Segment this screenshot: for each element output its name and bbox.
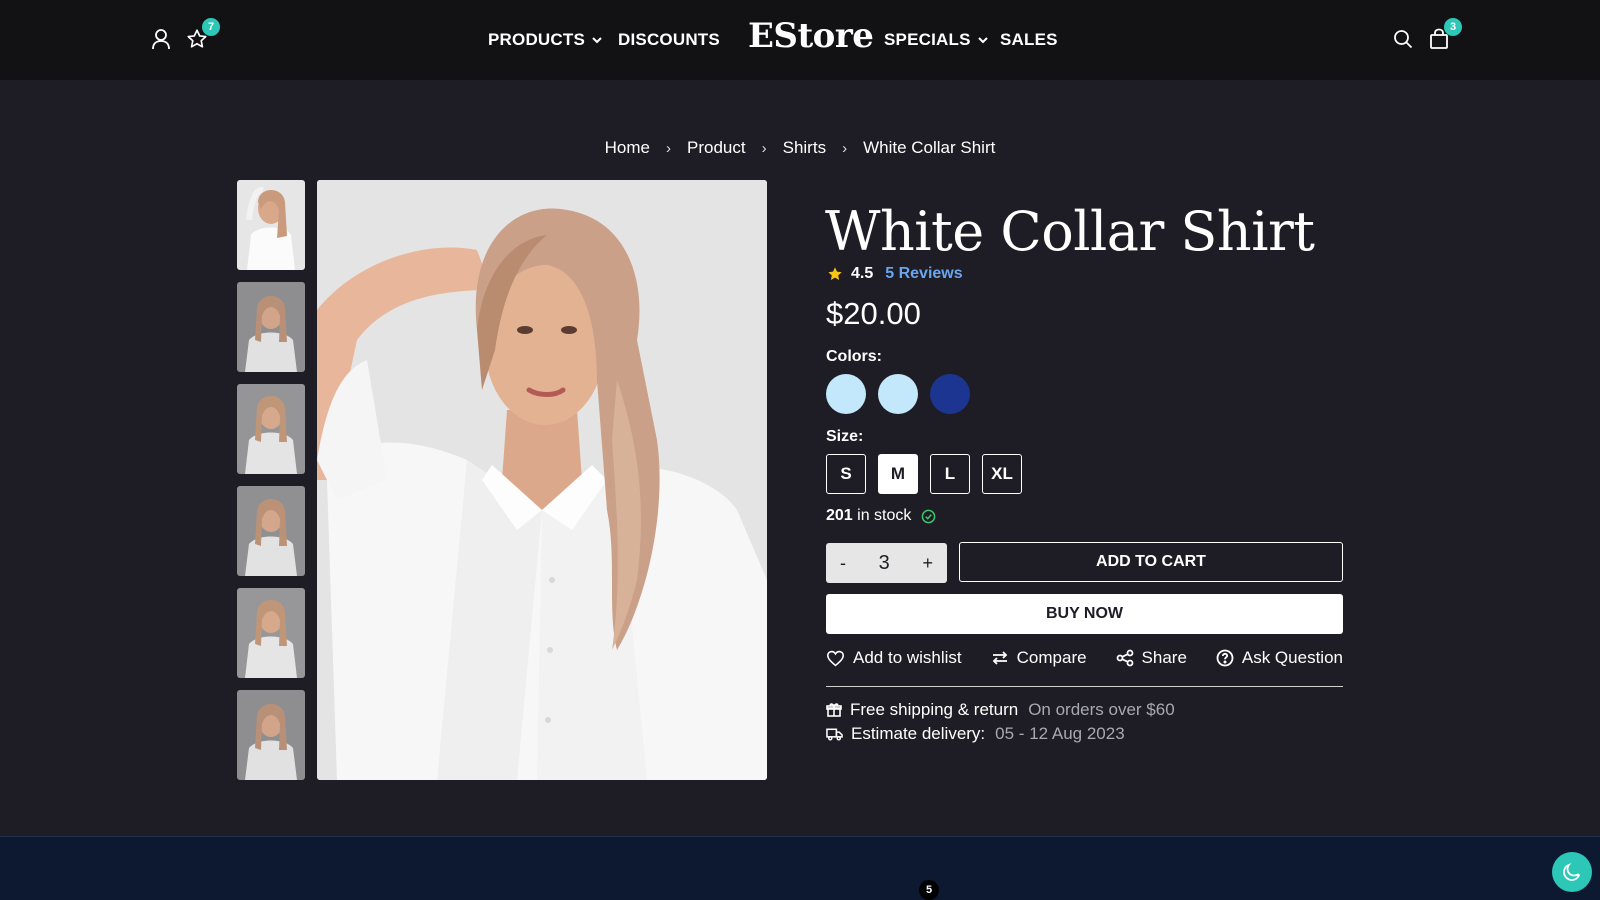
- nav-sales[interactable]: SALES: [1000, 30, 1058, 50]
- rating-value: 4.5: [851, 265, 874, 282]
- quantity-stepper: - 3 +: [826, 543, 947, 583]
- wishlist-count-badge: 7: [202, 18, 220, 36]
- breadcrumb: Home › Product › Shirts › White Collar S…: [0, 138, 1600, 158]
- chevron-right-icon: ›: [761, 139, 767, 157]
- stock-text: in stock: [857, 507, 912, 524]
- nav-sales-label: SALES: [1000, 30, 1058, 49]
- ask-question-button[interactable]: Ask Question: [1216, 648, 1343, 668]
- search-icon: [1394, 30, 1413, 49]
- thumbnail-2[interactable]: [237, 282, 305, 372]
- cart-count-badge: 3: [1444, 18, 1462, 36]
- ask-question-label: Ask Question: [1241, 648, 1343, 667]
- color-swatch-navy[interactable]: [930, 374, 970, 414]
- quantity-increment-button[interactable]: +: [922, 553, 933, 574]
- search-button[interactable]: [1390, 26, 1416, 52]
- thumbnail-3[interactable]: [237, 384, 305, 474]
- site-logo[interactable]: EStore: [748, 16, 874, 56]
- add-to-cart-button[interactable]: ADD TO CART: [959, 542, 1343, 582]
- nav-discounts-label: DISCOUNTS: [618, 30, 720, 49]
- account-button[interactable]: [148, 26, 174, 52]
- size-option-l[interactable]: L: [930, 454, 970, 494]
- product-actions: Add to wishlist Compare Share Ask Questi…: [826, 648, 1343, 668]
- stock-count: 201: [826, 507, 853, 524]
- color-swatch-sky-blue[interactable]: [878, 374, 918, 414]
- delivery-dates: 05 - 12 Aug 2023: [995, 724, 1125, 743]
- chevron-right-icon: ›: [842, 139, 848, 157]
- nav-products[interactable]: PRODUCTS: [488, 30, 603, 50]
- breadcrumb-shirts[interactable]: Shirts: [783, 138, 826, 158]
- thumbnail-4[interactable]: [237, 486, 305, 576]
- truck-icon: [826, 728, 843, 741]
- colors-label: Colors:: [826, 348, 882, 365]
- wishlist-button[interactable]: 7: [184, 18, 220, 52]
- buy-now-button[interactable]: BUY NOW: [826, 594, 1343, 634]
- delivery-label: Estimate delivery:: [851, 724, 986, 743]
- question-circle-icon: [1216, 649, 1234, 667]
- breadcrumb-home[interactable]: Home: [605, 138, 650, 158]
- thumbnail-1[interactable]: [237, 180, 305, 270]
- cart-button[interactable]: 3: [1426, 18, 1462, 52]
- product-rating: 4.5 5 Reviews: [827, 265, 963, 283]
- shipping-label: Free shipping & return: [850, 700, 1019, 719]
- compare-arrows-icon: [992, 651, 1007, 665]
- nav-specials[interactable]: SPECIALS: [884, 30, 989, 50]
- chevron-down-icon: [977, 37, 988, 44]
- compare-label: Compare: [1016, 648, 1087, 667]
- delivery-info: Estimate delivery: 05 - 12 Aug 2023: [826, 724, 1125, 744]
- size-option-m[interactable]: M: [878, 454, 918, 494]
- thumbnail-5[interactable]: [237, 588, 305, 678]
- breadcrumb-current: White Collar Shirt: [863, 138, 996, 157]
- product-price: $20.00: [826, 296, 921, 331]
- footer-section: [0, 836, 1600, 900]
- divider: [826, 686, 1343, 687]
- color-swatch-light-blue[interactable]: [826, 374, 866, 414]
- chevron-right-icon: ›: [666, 139, 672, 157]
- share-icon: [1116, 649, 1133, 667]
- shipping-info: Free shipping & return On orders over $6…: [826, 700, 1175, 720]
- size-option-xl[interactable]: XL: [982, 454, 1022, 494]
- breadcrumb-product[interactable]: Product: [687, 138, 746, 158]
- nav-discounts[interactable]: DISCOUNTS: [618, 30, 720, 50]
- stock-status: 201 in stock: [826, 507, 936, 525]
- share-label: Share: [1141, 648, 1187, 667]
- add-to-wishlist-button[interactable]: Add to wishlist: [826, 648, 962, 668]
- star-filled-icon: [828, 267, 842, 280]
- reviews-link[interactable]: 5 Reviews: [885, 265, 962, 283]
- user-icon: [152, 29, 170, 50]
- site-header: 7 PRODUCTS DISCOUNTS EStore SPECIALS SAL…: [0, 0, 1600, 80]
- quantity-value[interactable]: 3: [879, 552, 890, 575]
- nav-products-label: PRODUCTS: [488, 30, 585, 49]
- add-to-wishlist-label: Add to wishlist: [853, 648, 962, 667]
- moon-icon: [1563, 863, 1581, 881]
- heart-icon: [826, 650, 845, 666]
- product-main-image[interactable]: [317, 180, 767, 780]
- share-button[interactable]: Share: [1116, 648, 1187, 668]
- thumbnail-6[interactable]: [237, 690, 305, 780]
- check-circle-icon: [922, 509, 936, 523]
- product-title: White Collar Shirt: [825, 200, 1315, 263]
- chevron-down-icon: [592, 37, 602, 44]
- theme-toggle-button[interactable]: [1552, 852, 1592, 892]
- shipping-note: On orders over $60: [1028, 700, 1175, 719]
- footer-count-badge: 5: [919, 880, 939, 900]
- size-option-s[interactable]: S: [826, 454, 866, 494]
- gift-icon: [826, 703, 842, 717]
- compare-button[interactable]: Compare: [991, 648, 1087, 668]
- quantity-decrement-button[interactable]: -: [840, 553, 846, 574]
- size-label: Size:: [826, 428, 864, 445]
- nav-specials-label: SPECIALS: [884, 30, 971, 49]
